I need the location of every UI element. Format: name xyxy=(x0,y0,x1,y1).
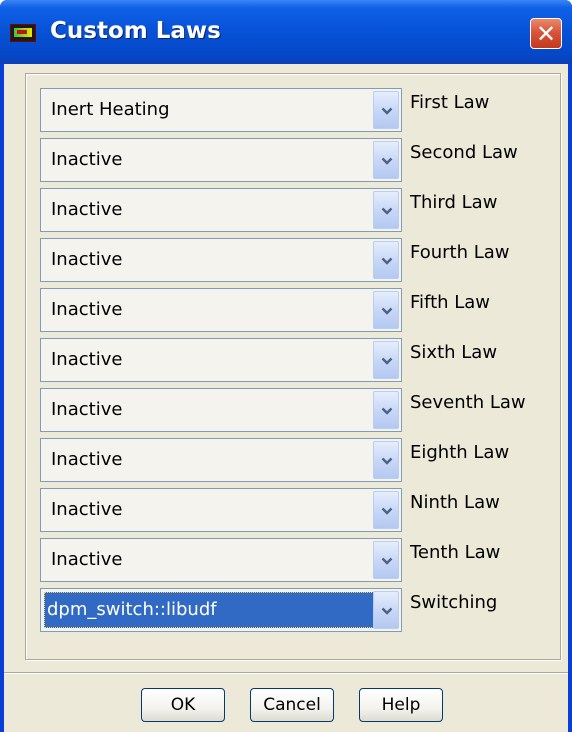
help-button[interactable]: Help xyxy=(359,688,443,722)
second-law-dropdown[interactable]: Inactive xyxy=(40,138,402,182)
close-icon: ✕ xyxy=(535,19,557,48)
law-row-fourth: Inactive Fourth Law xyxy=(40,238,550,282)
second-law-label: Second Law xyxy=(410,142,518,163)
dialog-body: Inert Heating First Law Inactive Second … xyxy=(4,64,568,732)
fifth-law-dropdown-button[interactable] xyxy=(373,291,399,329)
chevron-down-icon xyxy=(381,557,393,565)
ok-button[interactable]: OK xyxy=(141,688,225,722)
first-law-value: Inert Heating xyxy=(51,99,170,120)
fifth-law-label: Fifth Law xyxy=(410,292,491,313)
sixth-law-label: Sixth Law xyxy=(410,342,498,363)
ninth-law-dropdown[interactable]: Inactive xyxy=(40,488,402,532)
tenth-law-dropdown-button[interactable] xyxy=(373,541,399,579)
law-row-fifth: Inactive Fifth Law xyxy=(40,288,550,332)
switching-dropdown-button[interactable] xyxy=(373,591,399,629)
eighth-law-value: Inactive xyxy=(51,449,123,470)
seventh-law-value: Inactive xyxy=(51,399,123,420)
eighth-law-dropdown[interactable]: Inactive xyxy=(40,438,402,482)
window-title: Custom Laws xyxy=(50,18,221,44)
switching-dropdown[interactable]: dpm_switch::libudf xyxy=(40,588,402,632)
tenth-law-dropdown[interactable]: Inactive xyxy=(40,538,402,582)
law-row-seventh: Inactive Seventh Law xyxy=(40,388,550,432)
eighth-law-dropdown-button[interactable] xyxy=(373,441,399,479)
chevron-down-icon xyxy=(381,157,393,165)
ninth-law-label: Ninth Law xyxy=(410,492,500,513)
separator-highlight xyxy=(4,673,568,674)
ninth-law-value: Inactive xyxy=(51,499,123,520)
close-button[interactable]: ✕ xyxy=(530,18,562,49)
fourth-law-label: Fourth Law xyxy=(410,242,510,263)
chevron-down-icon xyxy=(381,307,393,315)
tenth-law-value: Inactive xyxy=(51,549,123,570)
law-row-third: Inactive Third Law xyxy=(40,188,550,232)
sixth-law-value: Inactive xyxy=(51,349,123,370)
law-row-eighth: Inactive Eighth Law xyxy=(40,438,550,482)
switching-value: dpm_switch::libudf xyxy=(44,592,398,628)
sixth-law-dropdown-button[interactable] xyxy=(373,341,399,379)
law-row-tenth: Inactive Tenth Law xyxy=(40,538,550,582)
chevron-down-icon xyxy=(381,207,393,215)
app-icon xyxy=(10,24,36,42)
sixth-law-dropdown[interactable]: Inactive xyxy=(40,338,402,382)
seventh-law-dropdown[interactable]: Inactive xyxy=(40,388,402,432)
chevron-down-icon xyxy=(381,107,393,115)
first-law-label: First Law xyxy=(410,92,490,113)
laws-group: Inert Heating First Law Inactive Second … xyxy=(25,73,561,660)
ninth-law-dropdown-button[interactable] xyxy=(373,491,399,529)
law-row-ninth: Inactive Ninth Law xyxy=(40,488,550,532)
seventh-law-dropdown-button[interactable] xyxy=(373,391,399,429)
tenth-law-label: Tenth Law xyxy=(410,542,501,563)
law-row-second: Inactive Second Law xyxy=(40,138,550,182)
third-law-dropdown-button[interactable] xyxy=(373,191,399,229)
fourth-law-value: Inactive xyxy=(51,249,123,270)
second-law-dropdown-button[interactable] xyxy=(373,141,399,179)
chevron-down-icon xyxy=(381,457,393,465)
chevron-down-icon xyxy=(381,507,393,515)
fifth-law-dropdown[interactable]: Inactive xyxy=(40,288,402,332)
second-law-value: Inactive xyxy=(51,149,123,170)
third-law-value: Inactive xyxy=(51,199,123,220)
law-row-sixth: Inactive Sixth Law xyxy=(40,338,550,382)
fourth-law-dropdown-button[interactable] xyxy=(373,241,399,279)
first-law-dropdown[interactable]: Inert Heating xyxy=(40,88,402,132)
title-bar[interactable]: Custom Laws ✕ xyxy=(0,0,572,64)
chevron-down-icon xyxy=(381,357,393,365)
chevron-down-icon xyxy=(381,257,393,265)
law-row-first: Inert Heating First Law xyxy=(40,88,550,132)
fourth-law-dropdown[interactable]: Inactive xyxy=(40,238,402,282)
eighth-law-label: Eighth Law xyxy=(410,442,510,463)
fifth-law-value: Inactive xyxy=(51,299,123,320)
cancel-button[interactable]: Cancel xyxy=(250,688,334,722)
first-law-dropdown-button[interactable] xyxy=(373,91,399,129)
law-row-switching: dpm_switch::libudf Switching xyxy=(40,588,550,632)
third-law-dropdown[interactable]: Inactive xyxy=(40,188,402,232)
seventh-law-label: Seventh Law xyxy=(410,392,526,413)
chevron-down-icon xyxy=(381,407,393,415)
custom-laws-dialog: Custom Laws ✕ Inert Heating First Law In… xyxy=(0,0,572,732)
chevron-down-icon xyxy=(381,607,393,615)
switching-label: Switching xyxy=(410,592,498,613)
third-law-label: Third Law xyxy=(410,192,498,213)
